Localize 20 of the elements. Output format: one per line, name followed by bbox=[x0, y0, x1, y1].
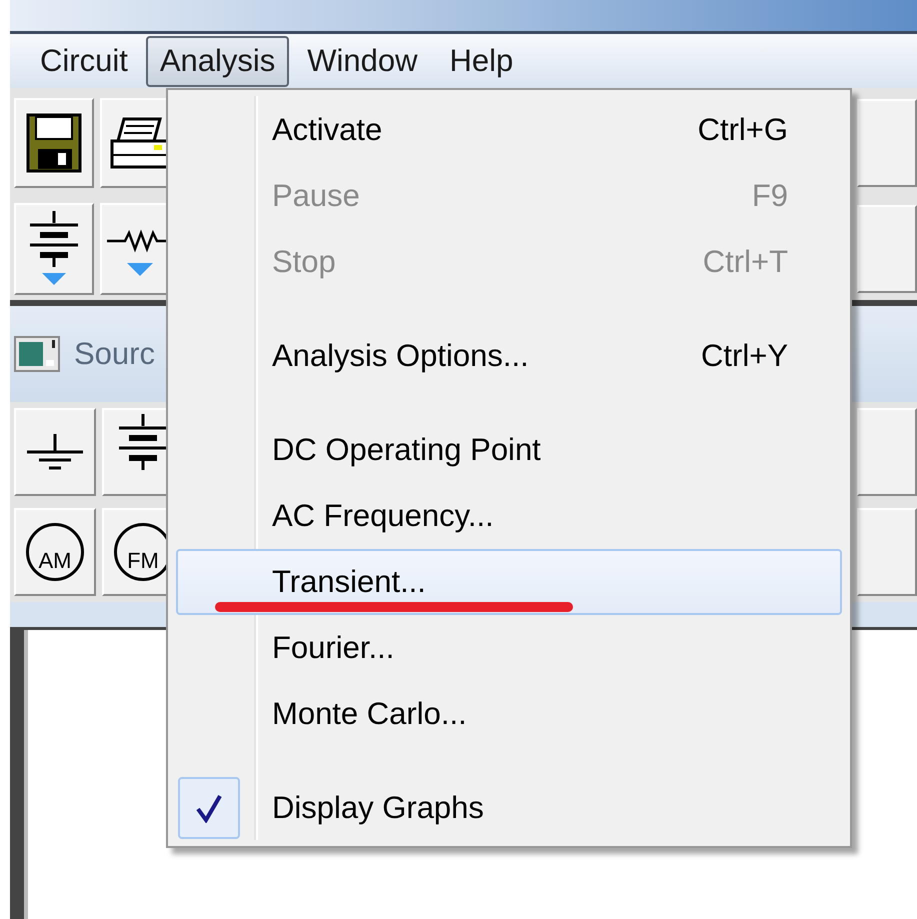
menu-item[interactable]: Monte Carlo... bbox=[176, 681, 842, 747]
panel-title: Sourc bbox=[74, 336, 155, 372]
component-button[interactable] bbox=[14, 408, 96, 496]
window-icon bbox=[14, 336, 60, 372]
battery-symbol-icon bbox=[28, 211, 80, 287]
signal-source-icon: AM bbox=[26, 523, 84, 581]
menu-item[interactable]: DC Operating Point bbox=[176, 417, 842, 483]
menu-item[interactable]: Transient... bbox=[176, 549, 842, 615]
menu-bar-item[interactable]: Circuit bbox=[26, 36, 142, 86]
menu-bar-item[interactable]: Window bbox=[293, 36, 432, 86]
menu-item[interactable]: Fourier... bbox=[176, 615, 842, 681]
menu-bar-item[interactable]: Analysis bbox=[146, 36, 290, 86]
ground-symbol-icon bbox=[25, 432, 85, 472]
menu-item[interactable]: Activate Ctrl+G bbox=[176, 97, 842, 163]
menu-item[interactable]: Display Graphs bbox=[176, 775, 842, 841]
menu-item[interactable]: Analysis Options... Ctrl+Y bbox=[176, 323, 842, 389]
toolbar-button[interactable] bbox=[14, 203, 94, 295]
menu-bar-item[interactable]: Help bbox=[436, 36, 528, 86]
component-button[interactable]: AM bbox=[14, 508, 96, 596]
toolbar-button[interactable] bbox=[14, 98, 94, 188]
